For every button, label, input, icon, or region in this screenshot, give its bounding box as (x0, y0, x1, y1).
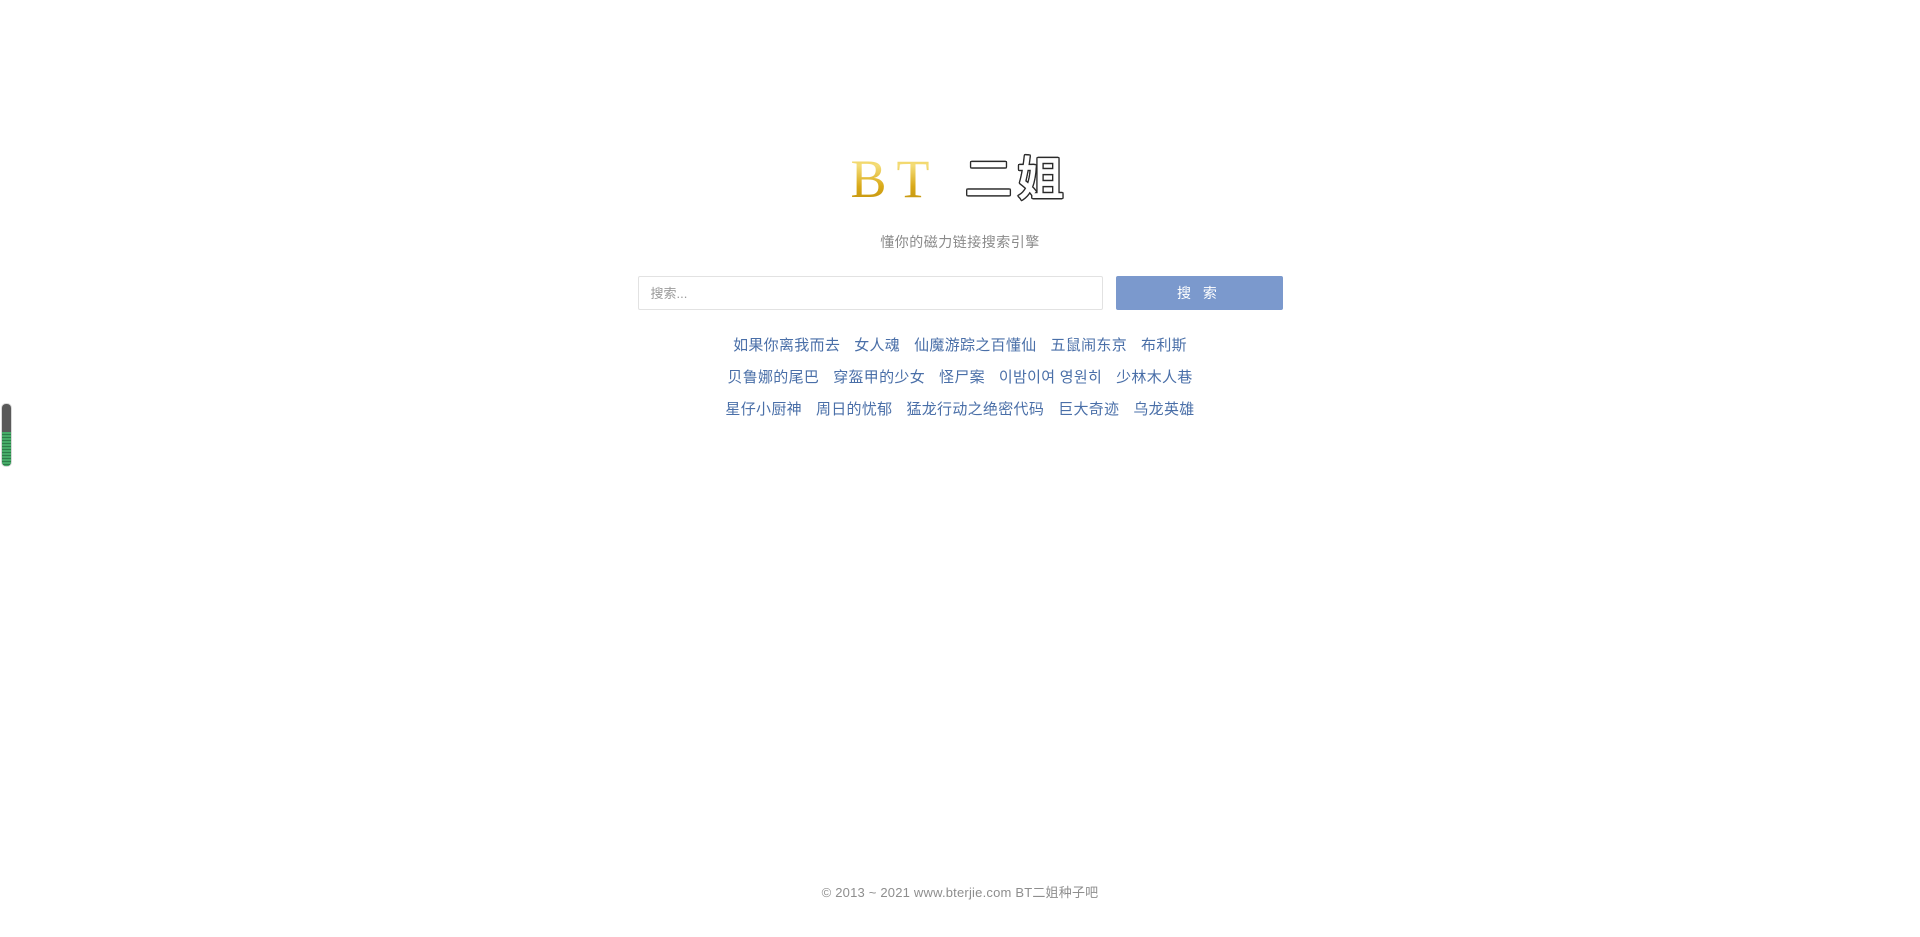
hot-keyword-link[interactable]: 穿盔甲的少女 (833, 362, 925, 394)
hot-keyword-link[interactable]: 布利斯 (1141, 330, 1187, 362)
hot-keyword-row: 如果你离我而去 女人魂 仙魔游踪之百懂仙 五鼠闹东京 布利斯 (0, 330, 1920, 362)
search-button[interactable]: 搜 索 (1115, 276, 1283, 310)
hot-keyword-link[interactable]: 乌龙英雄 (1133, 394, 1194, 426)
hot-keyword-link[interactable]: 周日的忧郁 (816, 394, 893, 426)
edge-indicator-fill (2, 432, 11, 466)
site-logo[interactable]: BT 二姐 (0, 148, 1920, 210)
main-content: BT 二姐 懂你的磁力链接搜索引擎 搜 索 如果你离我而去女人魂仙魔游踪之百懂仙… (0, 0, 1920, 426)
footer-copyright-text: © 2013 ~ 2021 www.bterjie.com BT二姐种子吧 (821, 885, 1099, 900)
hot-keyword-link[interactable]: 贝鲁娜的尾巴 (727, 362, 819, 394)
hot-keyword-link[interactable]: 이밤이여 영원히 (999, 362, 1102, 394)
hot-keyword-row: 星仔小厨神 周日的忧郁 猛龙行动之绝密代码 巨大奇迹 乌龙英雄 (0, 394, 1920, 426)
hot-keyword-link[interactable]: 巨大奇迹 (1058, 394, 1119, 426)
hot-keyword-link[interactable]: 仙魔游踪之百懂仙 (914, 330, 1036, 362)
logo-latin-text: BT (850, 148, 943, 210)
site-tagline: 懂你的磁力链接搜索引擎 (880, 234, 1040, 250)
hot-keyword-link[interactable]: 星仔小厨神 (725, 394, 802, 426)
footer: © 2013 ~ 2021 www.bterjie.com BT二姐种子吧 (0, 882, 1920, 901)
hot-keyword-link[interactable]: 怪尸案 (939, 362, 985, 394)
logo-cjk-text: 二姐 (964, 151, 1070, 207)
hot-keyword-link[interactable]: 如果你离我而去 (733, 330, 840, 362)
hot-keyword-row: 贝鲁娜的尾巴 穿盔甲的少女 怪尸案 이밤이여 영원히 少林木人巷 (0, 362, 1920, 394)
hot-keywords: 如果你离我而去 女人魂 仙魔游踪之百懂仙 五鼠闹东京 布利斯 贝鲁娜的尾巴 穿盔甲的少女怪… (0, 330, 1920, 426)
hot-keyword-link[interactable]: 猛龙行动之绝密代码 (906, 394, 1044, 426)
search-form: 搜 索 (0, 276, 1920, 310)
hot-keyword-link[interactable]: 少林木人巷 (1116, 362, 1193, 394)
hot-keyword-link[interactable]: 五鼠闹东京 (1051, 330, 1128, 362)
page-root: BT 二姐 懂你的磁力链接搜索引擎 搜 索 如果你离我而去女人魂仙魔游踪之百懂仙… (0, 0, 1920, 937)
logo-spacer (944, 179, 966, 180)
hot-keyword-link[interactable]: 女人魂 (854, 330, 900, 362)
search-input[interactable] (637, 276, 1103, 310)
